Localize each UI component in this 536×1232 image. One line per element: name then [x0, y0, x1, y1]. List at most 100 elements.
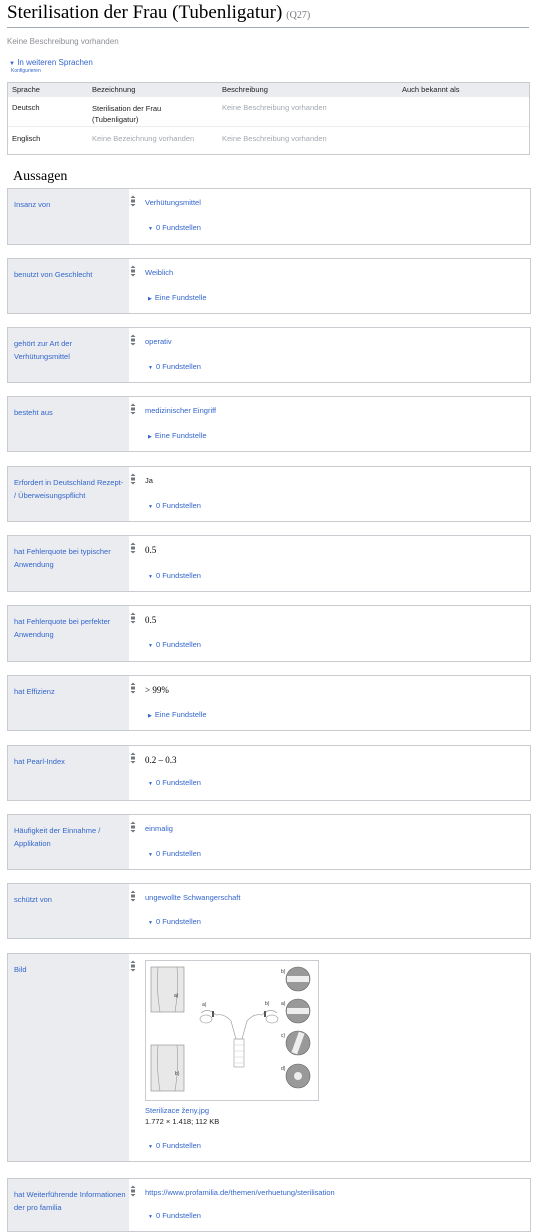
chevron-down-icon: ▼ — [9, 61, 15, 67]
references-toggle[interactable]: ▼ 0 Fundstellen — [148, 1211, 201, 1220]
language-cell: Deutsch — [12, 103, 40, 112]
property-link[interactable]: hat Effizienz — [14, 685, 126, 698]
rank-icon[interactable] — [129, 1185, 137, 1197]
references-label: 0 Fundstellen — [155, 571, 201, 580]
statement-value[interactable]: medizinischer Eingriff — [145, 406, 216, 415]
rank-icon[interactable] — [129, 752, 137, 764]
page-title: Sterilisation der Frau (Tubenligatur) (Q2… — [7, 2, 310, 24]
statement-value[interactable]: Weiblich — [145, 268, 173, 277]
chevron-down-icon: ▼ — [148, 365, 153, 371]
references-label: 0 Fundstellen — [155, 223, 201, 232]
statement-group: hat Fehlerquote bei typischer Anwendung … — [7, 535, 531, 592]
label-cell: Keine Bezeichnung vorhanden — [92, 134, 195, 143]
references-label: Eine Fundstelle — [154, 431, 207, 440]
statement-group: hat Fehlerquote bei perfekter Anwendung … — [7, 605, 531, 662]
rank-icon[interactable] — [129, 265, 137, 277]
image-file-link[interactable]: Sterilizace ženy.jpg — [145, 1106, 209, 1115]
rank-icon[interactable] — [129, 334, 137, 346]
references-label: 0 Fundstellen — [155, 1141, 201, 1150]
rank-icon[interactable] — [129, 821, 137, 833]
references-toggle[interactable]: ▶ Eine Fundstelle — [148, 293, 207, 302]
property-cell: hat Fehlerquote bei typischer Anwendung — [8, 536, 129, 591]
svg-text:b): b) — [281, 969, 286, 975]
rank-icon[interactable] — [129, 682, 137, 694]
property-link[interactable]: benutzt von Geschlecht — [14, 268, 126, 281]
property-cell: Häufigkeit der Einnahme / Applikation — [8, 815, 129, 869]
references-toggle[interactable]: ▼ 0 Fundstellen — [148, 571, 201, 580]
languages-table: Sprache Bezeichnung Beschreibung Auch be… — [7, 82, 530, 155]
rank-icon[interactable] — [129, 890, 137, 902]
references-label: 0 Fundstellen — [155, 640, 201, 649]
property-link[interactable]: hat Pearl-Index — [14, 755, 126, 768]
references-toggle[interactable]: ▼ 0 Fundstellen — [148, 778, 201, 787]
language-cell: Englisch — [12, 134, 41, 143]
references-toggle[interactable]: ▶ Eine Fundstelle — [148, 431, 207, 440]
column-header: Auch bekannt als — [402, 85, 460, 94]
rank-icon[interactable] — [129, 403, 137, 415]
property-link[interactable]: Bild — [14, 963, 126, 976]
column-header: Beschreibung — [222, 85, 268, 94]
rank-icon[interactable] — [129, 473, 137, 485]
chevron-down-icon: ▼ — [148, 781, 153, 787]
property-link[interactable]: schützt von — [14, 893, 126, 906]
languages-toggle[interactable]: ▼ In weiteren Sprachen — [9, 58, 93, 67]
references-toggle[interactable]: ▼ 0 Fundstellen — [148, 849, 201, 858]
chevron-right-icon: ▶ — [148, 434, 152, 440]
table-row: Deutsch Sterilisation der Frau (Tubenlig… — [8, 96, 529, 126]
rank-icon[interactable] — [129, 960, 137, 972]
property-link[interactable]: Erfordert in Deutschland Rezept- / Überw… — [14, 476, 126, 502]
figure-label: b) — [175, 1071, 180, 1077]
chevron-down-icon: ▼ — [148, 226, 153, 232]
chevron-down-icon: ▼ — [148, 1144, 153, 1150]
statement-group: hat Effizienz > 99% ▶ Eine Fundstelle — [7, 675, 531, 731]
references-label: 0 Fundstellen — [155, 1211, 201, 1220]
chevron-right-icon: ▶ — [148, 713, 152, 719]
references-toggle[interactable]: ▼ 0 Fundstellen — [148, 1141, 201, 1150]
external-link[interactable]: https://www.profamilia.de/themen/verhuet… — [145, 1188, 335, 1197]
chevron-down-icon: ▼ — [148, 643, 153, 649]
image-file-info: 1.772 × 1.418; 112 KB — [145, 1117, 220, 1126]
statement-group: hat Weiterführende Informationen der pro… — [7, 1178, 531, 1232]
rank-icon[interactable] — [129, 612, 137, 624]
references-label: 0 Fundstellen — [155, 917, 201, 926]
figure-label: a) — [174, 993, 179, 999]
references-label: Eine Fundstelle — [154, 293, 207, 302]
statement-group: gehört zur Art der Verhütungsmittel oper… — [7, 327, 531, 383]
property-link[interactable]: gehört zur Art der Verhütungsmittel — [14, 337, 126, 363]
references-toggle[interactable]: ▼ 0 Fundstellen — [148, 640, 201, 649]
property-link[interactable]: Häufigkeit der Einnahme / Applikation — [14, 824, 126, 850]
property-cell: Bild — [8, 954, 129, 1161]
references-toggle[interactable]: ▼ 0 Fundstellen — [148, 917, 201, 926]
image-thumbnail[interactable]: a) b) a) b) b) a) c) d) — [145, 960, 319, 1101]
references-toggle[interactable]: ▶ Eine Fundstelle — [148, 710, 207, 719]
svg-text:a): a) — [202, 1002, 207, 1008]
svg-text:c): c) — [281, 1033, 286, 1039]
references-toggle[interactable]: ▼ 0 Fundstellen — [148, 362, 201, 371]
statement-value[interactable]: einmalig — [145, 824, 173, 833]
statement-value: > 99% — [145, 685, 169, 695]
property-cell: Erfordert in Deutschland Rezept- / Überw… — [8, 467, 129, 521]
sterilization-illustration: a) b) a) b) b)a) c)d) — [150, 966, 311, 1092]
description-cell: Keine Beschreibung vorhanden — [222, 103, 327, 112]
property-link[interactable]: besteht aus — [14, 406, 126, 419]
statement-group: hat Pearl-Index 0.2 – 0.3 ▼ 0 Fundstellen — [7, 745, 531, 801]
configure-link[interactable]: Konfigurieren — [11, 68, 41, 74]
property-link[interactable]: hat Weiterführende Informationen der pro… — [14, 1188, 126, 1214]
statement-value[interactable]: ungewollte Schwangerschaft — [145, 893, 240, 902]
chevron-down-icon: ▼ — [148, 1214, 153, 1220]
property-link[interactable]: hat Fehlerquote bei typischer Anwendung — [14, 545, 126, 571]
statement-value[interactable]: operativ — [145, 337, 172, 346]
property-link[interactable]: Insanz von — [14, 198, 126, 211]
rank-icon[interactable] — [129, 195, 137, 207]
svg-text:b): b) — [265, 1001, 270, 1007]
statement-value[interactable]: Verhütungsmittel — [145, 198, 201, 207]
references-label: 0 Fundstellen — [155, 501, 201, 510]
references-toggle[interactable]: ▼ 0 Fundstellen — [148, 223, 201, 232]
property-link[interactable]: hat Fehlerquote bei perfekter Anwendung — [14, 615, 126, 641]
references-toggle[interactable]: ▼ 0 Fundstellen — [148, 501, 201, 510]
property-cell: besteht aus — [8, 397, 129, 451]
references-label: 0 Fundstellen — [155, 778, 201, 787]
statement-value: 0.2 – 0.3 — [145, 755, 177, 765]
rank-icon[interactable] — [129, 542, 137, 554]
statement-group: schützt von ungewollte Schwangerschaft ▼… — [7, 883, 531, 939]
